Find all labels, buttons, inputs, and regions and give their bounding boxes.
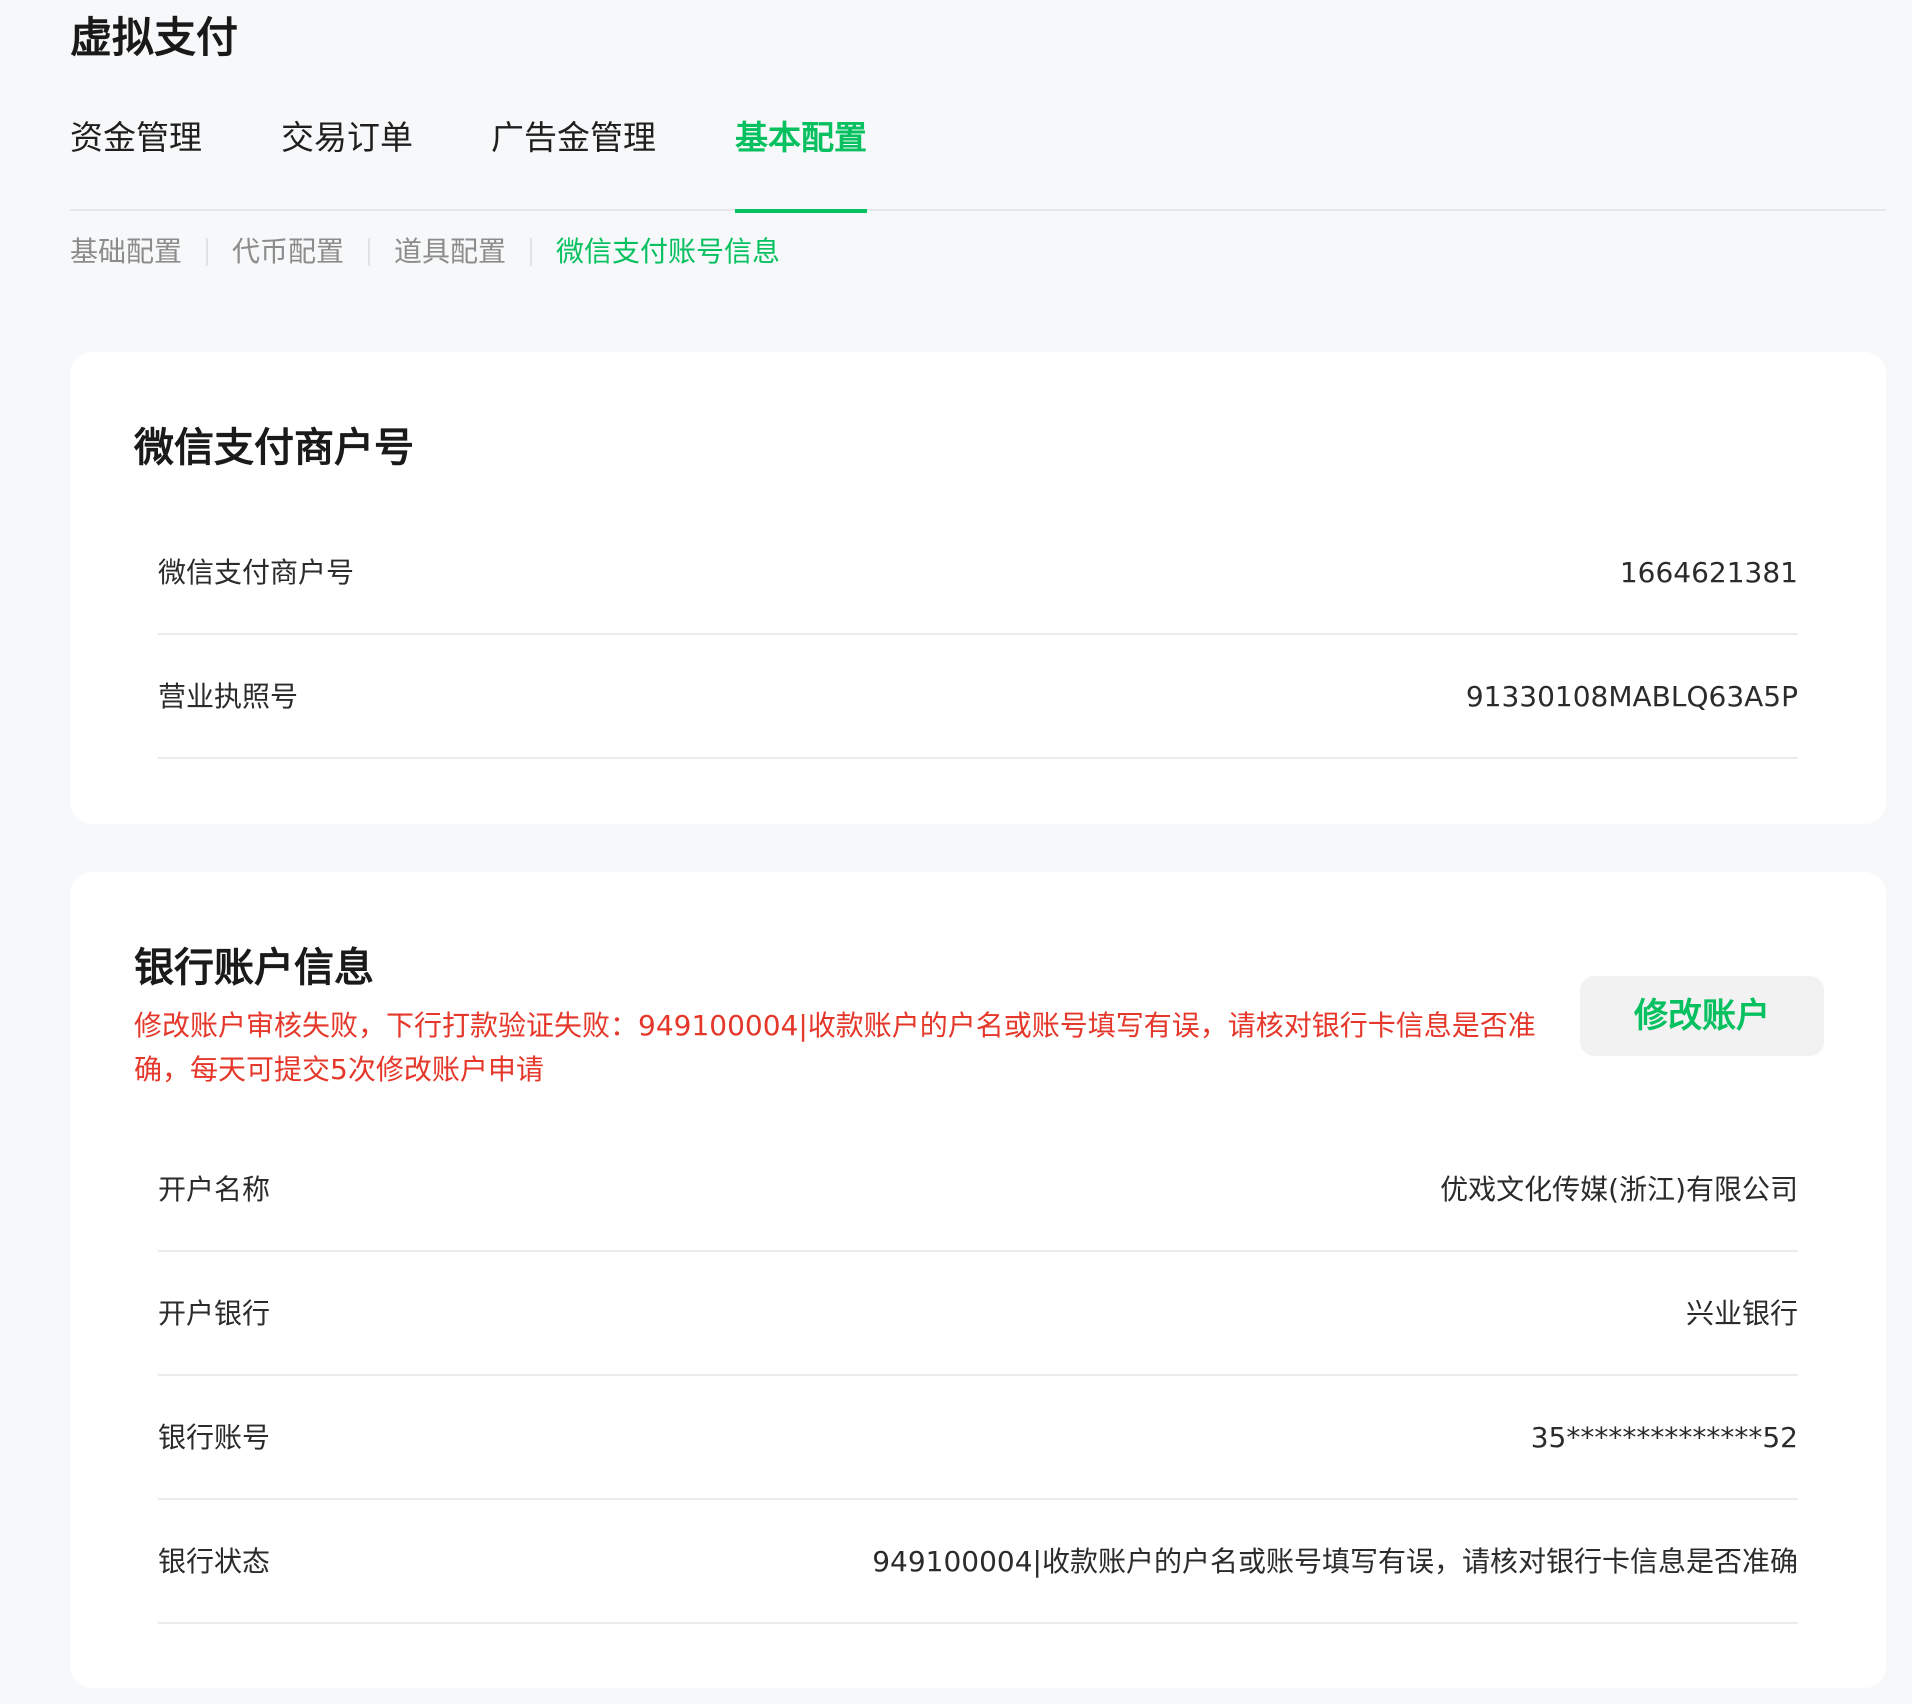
merchant-id-value: 1664621381 [1619,556,1798,589]
row-label: 银行状态 [158,1545,271,1578]
main-tabs: 资金管理 交易订单 广告金管理 基本配置 [70,105,1886,213]
sub-tab-token-config[interactable]: 代币配置 [232,232,344,272]
business-license-value: 91330108MABLQ63A5P [1465,680,1798,713]
row-label: 银行账号 [158,1421,271,1454]
tab-basic-config[interactable]: 基本配置 [735,105,867,213]
bank-account-number-value: 35**************52 [1530,1421,1798,1454]
bank-name-row: 开户银行 兴业银行 [158,1252,1798,1376]
account-name-value: 优戏文化传媒(浙江)有限公司 [1440,1173,1798,1206]
sub-tab-divider [530,238,533,266]
tab-fund-management[interactable]: 资金管理 [70,105,202,211]
sub-tabs: 基础配置 代币配置 道具配置 微信支付账号信息 [70,232,780,272]
bank-card-title: 银行账户信息 [134,945,374,991]
page-title: 虚拟支付 [70,13,239,62]
sub-tab-basic-config[interactable]: 基础配置 [70,232,182,272]
bank-status-value: 949100004|收款账户的户名或账号填写有误，请核对银行卡信息是否准确 [872,1545,1798,1578]
row-label: 开户银行 [158,1297,271,1330]
bank-status-row: 银行状态 949100004|收款账户的户名或账号填写有误，请核对银行卡信息是否… [158,1500,1798,1624]
tab-trade-orders[interactable]: 交易订单 [281,105,413,211]
sub-tab-divider [368,238,371,266]
error-message: 修改账户审核失败，下行打款验证失败：949100004|收款账户的户名或账号填写… [134,1009,1536,1086]
page: 虚拟支付 资金管理 交易订单 广告金管理 基本配置 基础配置 代币配置 道具配置… [0,0,1912,1704]
business-license-row: 营业执照号 91330108MABLQ63A5P [158,635,1798,759]
bank-name-value: 兴业银行 [1685,1297,1798,1330]
account-name-row: 开户名称 优戏文化传媒(浙江)有限公司 [158,1128,1798,1252]
sub-tab-wechat-pay-account[interactable]: 微信支付账号信息 [556,232,780,272]
bank-account-number-row: 银行账号 35**************52 [158,1376,1798,1500]
row-label: 开户名称 [158,1173,271,1206]
sub-tab-divider [206,238,209,266]
tab-ad-fund-management[interactable]: 广告金管理 [491,105,656,211]
sub-tab-item-config[interactable]: 道具配置 [394,232,506,272]
bank-info-rows: 开户名称 优戏文化传媒(浙江)有限公司 开户银行 兴业银行 银行账号 35***… [158,1128,1798,1624]
row-label: 营业执照号 [158,680,299,713]
merchant-id-row: 微信支付商户号 1664621381 [158,511,1798,635]
row-label: 微信支付商户号 [158,556,355,589]
edit-account-button[interactable]: 修改账户 [1580,976,1824,1056]
merchant-info-rows: 微信支付商户号 1664621381 营业执照号 91330108MABLQ63… [158,511,1798,759]
merchant-card-title: 微信支付商户号 [134,425,414,471]
